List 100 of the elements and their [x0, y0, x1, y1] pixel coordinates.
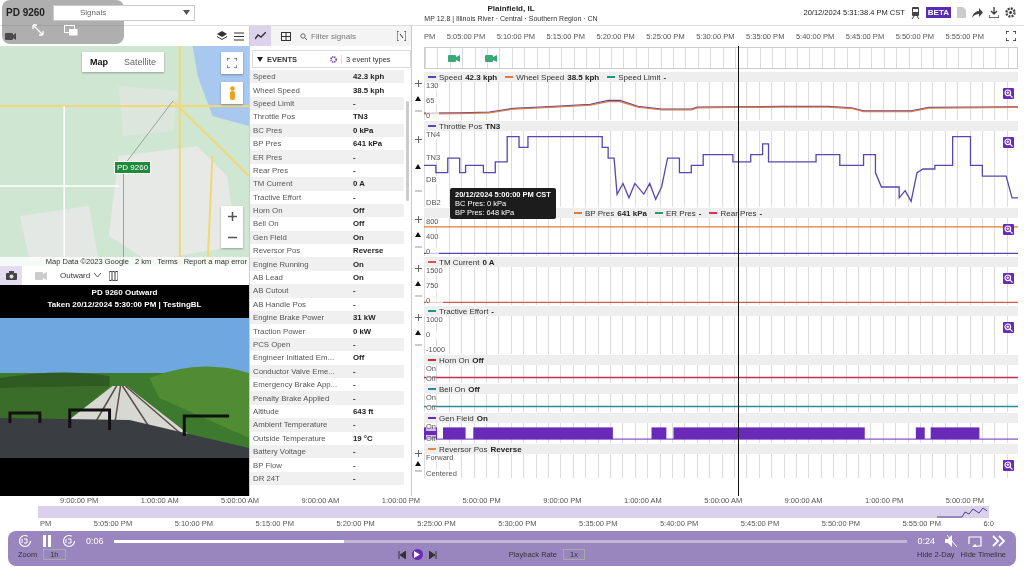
camera-icon — [5, 271, 17, 280]
next-icon[interactable] — [992, 535, 1006, 547]
plus-icon[interactable] — [414, 80, 422, 88]
beta-badge: BETA — [925, 7, 951, 18]
zoom-in-icon — [1004, 461, 1013, 470]
legend-label[interactable]: Wheel Speed — [516, 72, 565, 82]
legend-label[interactable]: Reversor Pos — [439, 444, 488, 454]
plus-icon — [227, 212, 237, 221]
caret-up-icon[interactable] — [415, 330, 421, 335]
locomotive-icon[interactable] — [910, 6, 920, 19]
person-icon — [228, 86, 236, 100]
signals-dropdown[interactable]: Signals — [52, 4, 195, 21]
chart-view-tab[interactable] — [250, 26, 271, 46]
legend-value: TN3 — [485, 121, 501, 131]
skip-forward-icon[interactable] — [428, 550, 437, 559]
scrollbar[interactable] — [406, 101, 409, 201]
overview-trace-drawing — [937, 506, 987, 518]
zoom-button[interactable] — [1003, 137, 1014, 148]
legend-label[interactable]: Tractive Effort — [439, 306, 489, 316]
table-icon — [280, 31, 291, 41]
remaining-time: 0:24 — [917, 536, 935, 546]
zoom-in-icon — [1004, 89, 1013, 98]
legend-label[interactable]: Speed — [439, 72, 463, 82]
zoom-button[interactable] — [1003, 322, 1014, 333]
fullscreen-icon — [227, 58, 237, 68]
forward-icon[interactable] — [62, 534, 76, 548]
caret-up-icon[interactable] — [415, 281, 421, 286]
legend-value: 42.3 kph — [465, 72, 498, 82]
caret-icon[interactable] — [257, 56, 263, 62]
mute-icon[interactable] — [945, 535, 958, 547]
cast-icon[interactable] — [968, 535, 982, 547]
legend-value: 0 A — [482, 257, 495, 267]
legend-value: Reverse — [490, 444, 522, 454]
plus-icon[interactable] — [414, 216, 422, 224]
video-camera-icon[interactable] — [5, 31, 16, 41]
zoom-in-icon — [1004, 274, 1013, 283]
settings-icon[interactable] — [1005, 7, 1016, 18]
zoom-button[interactable] — [1003, 460, 1014, 471]
download-icon[interactable] — [989, 7, 999, 18]
legend-label[interactable]: BP Pres — [585, 208, 615, 218]
layers-icon[interactable] — [217, 31, 227, 41]
settings-icon[interactable] — [330, 55, 337, 63]
caret-up-icon[interactable] — [415, 232, 421, 237]
pause-icon[interactable] — [42, 535, 52, 547]
legend-label[interactable]: Speed Limit — [618, 72, 661, 82]
bracket-icon[interactable] — [397, 31, 406, 41]
train-marker[interactable]: PD 9260 — [114, 161, 152, 174]
search-icon — [300, 32, 307, 40]
direction-dropdown[interactable]: Outward — [60, 271, 102, 280]
zoom-in-button[interactable] — [221, 206, 243, 227]
legend-value: 641 kPa — [617, 208, 647, 218]
zoom-in-icon — [1004, 323, 1013, 332]
line-chart-icon — [255, 32, 266, 40]
progress-track[interactable] — [113, 539, 908, 543]
plus-icon[interactable] — [414, 135, 422, 143]
video-event-icon[interactable] — [485, 55, 497, 62]
unit-title: PD 9260 — [6, 7, 45, 18]
camera-caption: Taken 20/12/2024 5:30:00 PM | TestingBL — [47, 300, 202, 309]
legend-label[interactable]: Bell On — [439, 384, 466, 394]
legend-label[interactable]: Rear Pres — [720, 208, 757, 218]
caret-up-icon[interactable] — [415, 164, 421, 169]
legend-label[interactable]: Throttle Pos — [439, 121, 483, 131]
legend-label[interactable]: Gen Field — [439, 413, 474, 423]
zoom-in-icon — [1004, 225, 1013, 234]
caret-icon — [94, 273, 102, 278]
plus-icon[interactable] — [414, 265, 422, 273]
legend-value: Off — [468, 384, 480, 394]
elapsed-time: 0:06 — [86, 536, 104, 546]
legend-label[interactable]: ER Pres — [666, 208, 696, 218]
caret-up-icon[interactable] — [415, 461, 421, 466]
camera-button[interactable] — [0, 266, 22, 285]
map-type-tab[interactable]: Map — [82, 52, 116, 72]
legend-value: - — [759, 208, 763, 218]
map-icon[interactable] — [109, 270, 119, 281]
caret-up-icon[interactable] — [415, 96, 421, 101]
rewind-icon[interactable] — [18, 534, 32, 548]
zoom-in-icon — [1004, 138, 1013, 147]
fullscreen-button[interactable] — [221, 52, 243, 74]
legend-value: 38.5 kph — [567, 72, 600, 82]
plus-icon[interactable] — [414, 314, 422, 322]
legend-value: On — [476, 413, 488, 423]
play-button[interactable] — [411, 549, 423, 560]
zoom-button[interactable] — [1003, 88, 1014, 99]
legend-value: - — [663, 72, 667, 82]
skip-back-icon[interactable] — [397, 550, 406, 559]
map-type-tab[interactable]: Satellite — [116, 52, 165, 72]
legend-label[interactable]: TM Current — [439, 257, 480, 267]
share-icon[interactable] — [972, 7, 983, 18]
caret-icon — [182, 10, 190, 15]
expand-icon[interactable] — [32, 24, 44, 36]
play-icon — [414, 551, 421, 558]
legend-value: Off — [472, 355, 484, 365]
legend-value: - — [491, 306, 495, 316]
fullscreen-icon[interactable] — [1006, 31, 1016, 41]
video-event-icon[interactable] — [448, 55, 460, 62]
zoom-button[interactable] — [1003, 273, 1014, 284]
plus-icon[interactable] — [414, 450, 422, 457]
zoom-button[interactable] — [1003, 224, 1014, 235]
camera-title: PD 9260 Outward — [91, 288, 158, 297]
legend-label[interactable]: Horn On — [439, 355, 470, 365]
